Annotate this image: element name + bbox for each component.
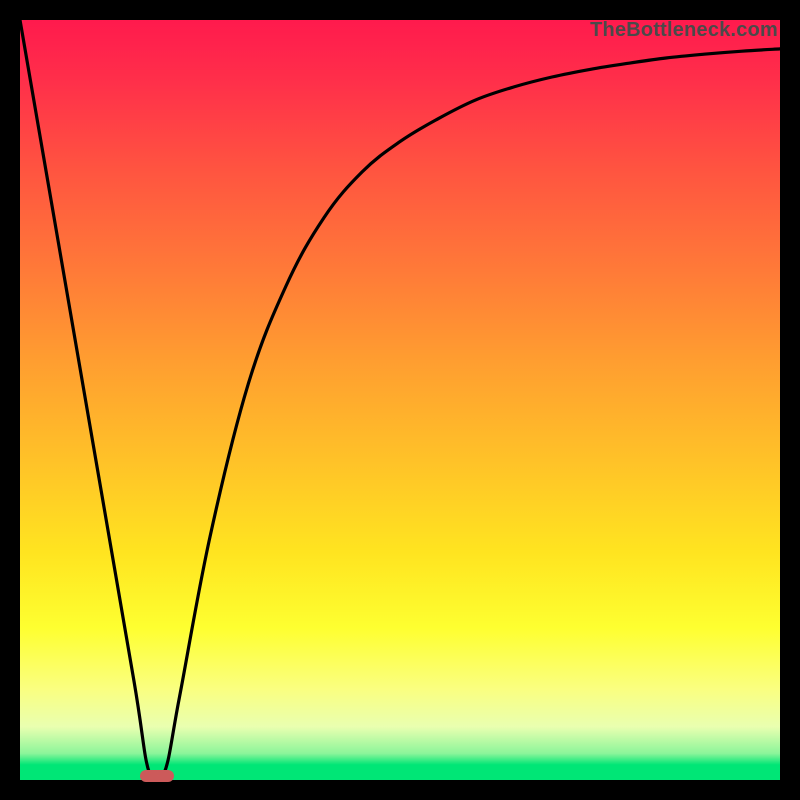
bottleneck-curve <box>20 20 780 780</box>
chart-frame: TheBottleneck.com <box>20 20 780 780</box>
optimal-point-marker <box>140 770 174 782</box>
watermark-text: TheBottleneck.com <box>590 19 778 42</box>
